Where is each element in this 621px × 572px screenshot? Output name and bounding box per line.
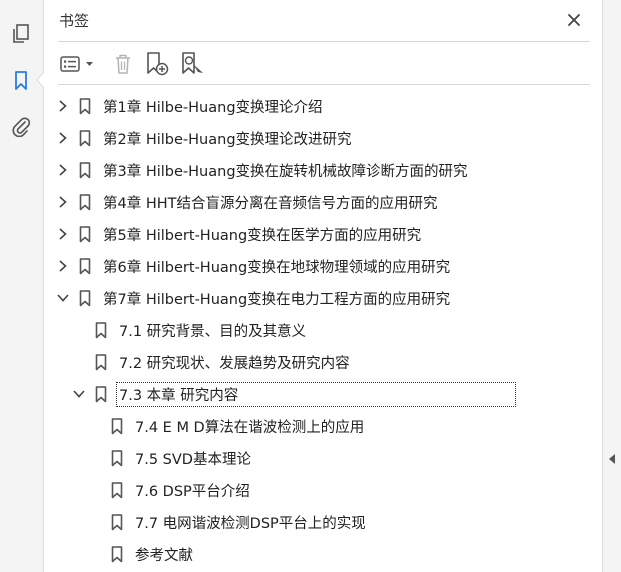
delete-bookmark-icon[interactable] (112, 50, 134, 78)
bookmark-item-ch3[interactable]: 第3章 Hilbe-Huang变换在旋转机械故障诊断方面的研究 (56, 156, 470, 184)
chevron-right-icon[interactable] (56, 195, 70, 209)
right-rail (602, 0, 621, 572)
new-bookmark-icon[interactable] (144, 50, 170, 78)
bookmarks-icon[interactable] (8, 68, 34, 94)
bookmark-icon (94, 385, 108, 403)
bookmark-label: 7.4 E M D算法在谐波检测上的应用 (135, 419, 365, 436)
bookmark-item-s75[interactable]: 7.5 SVD基本理论 (110, 444, 253, 472)
bookmark-item-s74[interactable]: 7.4 E M D算法在谐波检测上的应用 (110, 412, 366, 440)
chevron-right-icon[interactable] (56, 99, 70, 113)
bookmark-label: 7.1 研究背景、目的及其意义 (119, 323, 307, 340)
bookmark-item-s73[interactable]: 7.3 本章 研究内容 (72, 380, 516, 408)
bookmark-label: 第7章 Hilbert-Huang变换在电力工程方面的应用研究 (103, 291, 451, 308)
bookmark-label: 7.6 DSP平台介绍 (135, 483, 250, 500)
bookmark-icon (78, 97, 92, 115)
bookmark-label: 7.5 SVD基本理论 (135, 451, 251, 468)
bookmark-label: 7.3 本章 研究内容 (116, 381, 516, 407)
bookmark-item-ch7[interactable]: 第7章 Hilbert-Huang变换在电力工程方面的应用研究 (56, 284, 452, 312)
bookmark-icon (110, 449, 124, 467)
bookmark-label: 7.7 电网谐波检测DSP平台上的实现 (135, 515, 366, 532)
find-current-bookmark-icon[interactable] (179, 50, 205, 78)
bookmark-label: 第3章 Hilbe-Huang变换在旋转机械故障诊断方面的研究 (103, 163, 468, 180)
pages-icon[interactable] (8, 21, 34, 47)
collapse-panel-icon[interactable] (608, 450, 616, 469)
toolbar-divider (58, 84, 590, 85)
options-menu-icon[interactable] (60, 50, 98, 78)
attachments-icon[interactable] (8, 113, 34, 139)
bookmark-item-s72[interactable]: 7.2 研究现状、发展趋势及研究内容 (94, 348, 352, 376)
bookmark-label: 第5章 Hilbert-Huang变换在医学方面的应用研究 (103, 227, 422, 244)
bookmark-item-ref[interactable]: 参考文献 (110, 540, 195, 568)
bookmark-icon (94, 321, 108, 339)
chevron-down-icon[interactable] (56, 291, 70, 305)
bookmark-icon (94, 353, 108, 371)
bookmark-icon (110, 417, 124, 435)
close-icon[interactable] (564, 10, 584, 30)
bookmark-icon (110, 513, 124, 531)
bookmark-label: 第1章 Hilbe-Huang变换理论介绍 (103, 99, 323, 116)
bookmark-icon (110, 545, 124, 563)
bookmark-icon (78, 225, 92, 243)
bookmark-icon (78, 257, 92, 275)
bookmark-icon (78, 289, 92, 307)
chevron-right-icon[interactable] (56, 227, 70, 241)
chevron-right-icon[interactable] (56, 131, 70, 145)
bookmark-label: 7.2 研究现状、发展趋势及研究内容 (119, 355, 350, 372)
bookmark-label: 第6章 Hilbert-Huang变换在地球物理领域的应用研究 (103, 259, 451, 276)
panel-title: 书签 (59, 12, 90, 30)
bookmark-item-ch2[interactable]: 第2章 Hilbe-Huang变换理论改进研究 (56, 124, 354, 152)
bookmark-item-ch6[interactable]: 第6章 Hilbert-Huang变换在地球物理领域的应用研究 (56, 252, 452, 280)
bookmark-item-ch4[interactable]: 第4章 HHT结合盲源分离在音频信号方面的应用研究 (56, 188, 440, 216)
chevron-right-icon[interactable] (56, 259, 70, 273)
bookmark-label: 参考文献 (135, 547, 193, 564)
bookmark-label: 第4章 HHT结合盲源分离在音频信号方面的应用研究 (103, 195, 438, 212)
active-indicator (36, 72, 44, 88)
bookmarks-panel: 书签 第1章 Hilbe-Huang变换理论介绍 第2章 Hilbe-Huang… (44, 0, 602, 572)
bookmarks-toolbar (58, 48, 598, 80)
bookmark-icon (78, 129, 92, 147)
chevron-down-icon[interactable] (72, 387, 86, 401)
bookmark-item-s76[interactable]: 7.6 DSP平台介绍 (110, 476, 252, 504)
bookmark-icon (78, 193, 92, 211)
chevron-right-icon[interactable] (56, 163, 70, 177)
bookmark-label: 第2章 Hilbe-Huang变换理论改进研究 (103, 131, 352, 148)
bookmark-item-s71[interactable]: 7.1 研究背景、目的及其意义 (94, 316, 308, 344)
bookmark-icon (78, 161, 92, 179)
header-divider (58, 41, 590, 42)
bookmark-item-ch1[interactable]: 第1章 Hilbe-Huang变换理论介绍 (56, 92, 325, 120)
bookmark-icon (110, 481, 124, 499)
bookmark-item-ch5[interactable]: 第5章 Hilbert-Huang变换在医学方面的应用研究 (56, 220, 423, 248)
bookmark-item-s77[interactable]: 7.7 电网谐波检测DSP平台上的实现 (110, 508, 368, 536)
navigation-rail (0, 0, 44, 572)
